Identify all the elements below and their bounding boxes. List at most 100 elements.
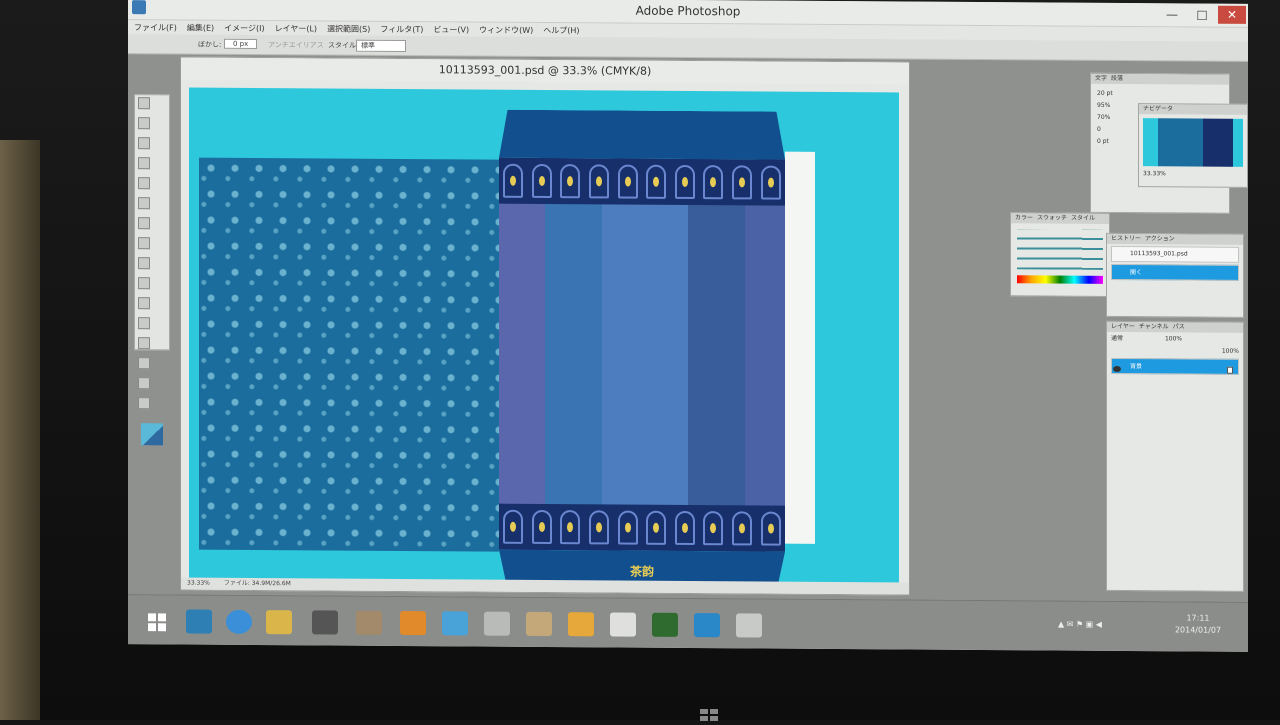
zoom-readout[interactable]: 33.33%	[187, 580, 210, 587]
navigator-thumbnail[interactable]	[1143, 118, 1243, 167]
menu-window[interactable]: ウィンドウ(W)	[479, 24, 533, 35]
pencil-tool-icon[interactable]	[138, 237, 150, 250]
history-panel: ヒストリー アクション 10113593_001.psd 開く	[1106, 232, 1244, 318]
fill-field[interactable]: 100%	[1222, 348, 1239, 355]
app-icon-6[interactable]	[526, 611, 552, 637]
style-label: スタイル:	[328, 41, 359, 50]
minimize-button[interactable]: —	[1158, 5, 1186, 23]
navigator-panel: ナビゲータ 33.33%	[1138, 103, 1248, 188]
tab-paths[interactable]: パス	[1173, 322, 1185, 332]
color-panel: カラー スウォッチ スタイル	[1010, 212, 1110, 297]
file-size-readout: ファイル: 34.9M/26.6M	[223, 579, 291, 588]
color-sliders[interactable]	[1017, 229, 1103, 270]
bag-logo: 茶韵	[629, 564, 654, 579]
antialias-checkbox[interactable]: アンチエイリアス	[268, 40, 324, 50]
history-snapshot[interactable]: 10113593_001.psd	[1111, 245, 1239, 263]
white-side-flap	[785, 151, 815, 544]
workspace: 10113593_001.psd @ 33.3% (CMYK/8) 茶韵 33.…	[128, 54, 1248, 602]
app-icon-4[interactable]	[442, 611, 468, 636]
app-icon-8[interactable]	[610, 612, 636, 637]
style-select[interactable]: 標準	[356, 39, 406, 53]
menu-help[interactable]: ヘルプ(H)	[543, 24, 579, 35]
crop-tool-icon[interactable]	[138, 177, 150, 190]
screen: Adobe Photoshop — □ ✕ ファイル(F) 編集(E) イメージ…	[128, 0, 1248, 652]
app-icon-2[interactable]	[356, 610, 382, 635]
color-swatch-icon[interactable]	[141, 423, 163, 446]
taskbar: ▲ ✉ ⚑ ▣ ◀ 17:11 2014/01/07	[128, 594, 1248, 652]
app-icon-3[interactable]	[400, 610, 426, 636]
menu-layer[interactable]: レイヤー(L)	[275, 23, 317, 34]
lasso-tool-icon[interactable]	[138, 137, 150, 150]
bag-body	[499, 157, 785, 552]
app-icon-7[interactable]	[568, 612, 594, 637]
tab-character[interactable]: 文字	[1095, 74, 1107, 84]
history-state-open[interactable]: 開く	[1111, 263, 1239, 281]
internet-explorer-icon[interactable]	[226, 609, 252, 634]
color-spectrum[interactable]	[1017, 275, 1103, 284]
slice-tool-icon[interactable]	[138, 197, 150, 210]
system-tray[interactable]: ▲ ✉ ⚑ ▣ ◀	[1058, 620, 1158, 635]
damask-pattern	[199, 157, 499, 552]
opacity-field[interactable]: 100%	[1165, 335, 1182, 342]
app-icon-9[interactable]	[694, 613, 720, 638]
type-tool-icon[interactable]	[138, 357, 150, 370]
hand-tool-icon[interactable]	[138, 377, 150, 390]
menu-select[interactable]: 選択範囲(S)	[327, 23, 370, 34]
app-title: Adobe Photoshop	[635, 3, 741, 19]
menu-file[interactable]: ファイル(F)	[134, 22, 177, 33]
stamp-tool-icon[interactable]	[138, 257, 150, 270]
eye-icon[interactable]	[1113, 365, 1121, 373]
font-size-field[interactable]: 20 pt	[1097, 88, 1223, 101]
clock[interactable]: 17:11 2014/01/07	[1168, 612, 1228, 636]
menu-view[interactable]: ビュー(V)	[433, 24, 469, 35]
feather-label: ぼかし:	[198, 40, 222, 49]
menu-edit[interactable]: 編集(E)	[187, 22, 214, 33]
blend-mode-select[interactable]: 通常	[1111, 335, 1123, 342]
marquee-tool-icon[interactable]	[138, 97, 150, 110]
history-brush-icon[interactable]	[138, 277, 150, 290]
navigator-zoom[interactable]: 33.33%	[1139, 170, 1247, 178]
close-button[interactable]: ✕	[1218, 5, 1246, 24]
tab-navigator[interactable]: ナビゲータ	[1143, 104, 1173, 114]
app-icon-1[interactable]	[312, 610, 338, 635]
desk-background	[0, 140, 40, 720]
app-icon-5[interactable]	[484, 611, 510, 636]
tab-swatches[interactable]: スウォッチ	[1037, 213, 1067, 223]
tab-styles[interactable]: スタイル	[1071, 214, 1095, 224]
windows-start-icon[interactable]	[148, 613, 166, 632]
lock-icon	[1227, 366, 1233, 374]
tab-history[interactable]: ヒストリー	[1111, 234, 1141, 244]
bezel-windows-logo-icon	[700, 706, 718, 721]
clock-date: 2014/01/07	[1174, 625, 1222, 635]
tab-layers[interactable]: レイヤー	[1111, 322, 1135, 332]
layer-background[interactable]: 背景	[1111, 357, 1239, 375]
clock-time: 17:11	[1186, 613, 1210, 623]
magic-wand-tool-icon[interactable]	[138, 157, 150, 170]
maximize-button[interactable]: □	[1188, 5, 1216, 23]
tab-actions[interactable]: アクション	[1145, 234, 1175, 244]
tools-panel	[134, 94, 170, 446]
evernote-icon[interactable]	[652, 612, 678, 637]
tab-color[interactable]: カラー	[1015, 213, 1033, 223]
document-window: 10113593_001.psd @ 33.3% (CMYK/8) 茶韵 33.…	[180, 56, 910, 596]
menu-filter[interactable]: フィルタ(T)	[380, 23, 423, 34]
pen-tool-icon[interactable]	[138, 337, 150, 350]
document-title: 10113593_001.psd @ 33.3% (CMYK/8)	[181, 57, 909, 85]
file-explorer-icon[interactable]	[266, 610, 292, 635]
ornament-band-top	[499, 157, 785, 206]
tea-bag-design: 茶韵	[499, 110, 785, 592]
menu-image[interactable]: イメージ(I)	[224, 22, 264, 33]
move-tool-icon[interactable]	[138, 117, 150, 130]
gradient-tool-icon[interactable]	[138, 317, 150, 330]
bag-top-panel	[499, 110, 785, 160]
brush-tool-icon[interactable]	[138, 217, 150, 230]
ornament-band-bottom	[499, 503, 785, 552]
photoshop-taskbar-icon[interactable]	[186, 609, 212, 634]
app-icon-10[interactable]	[736, 613, 762, 638]
tab-channels[interactable]: チャンネル	[1139, 322, 1169, 332]
canvas[interactable]: 茶韵	[189, 87, 899, 585]
eraser-tool-icon[interactable]	[138, 297, 150, 310]
feather-input[interactable]: 0 px	[224, 38, 258, 49]
zoom-tool-icon[interactable]	[138, 397, 150, 410]
tab-paragraph[interactable]: 段落	[1111, 74, 1123, 84]
